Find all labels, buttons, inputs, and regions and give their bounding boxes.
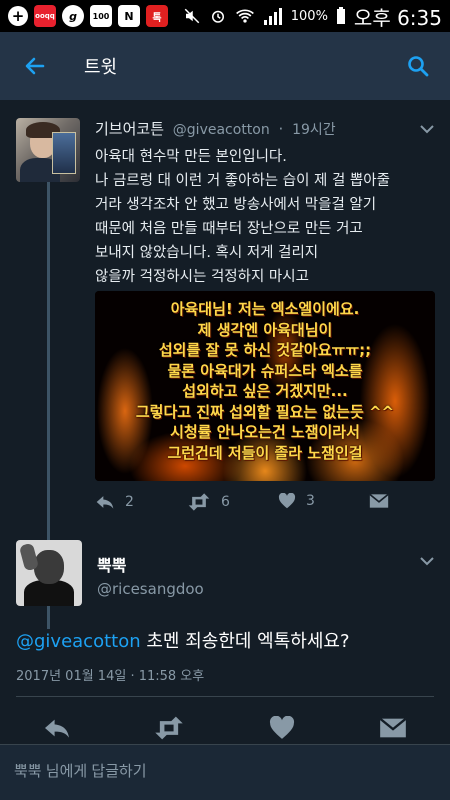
retweet-button[interactable]: 6 — [187, 493, 230, 511]
battery-100-icon: 100 — [90, 5, 112, 27]
page-title: 트윗 — [84, 57, 118, 78]
author-handle[interactable]: @ricesangdoo — [97, 580, 204, 598]
tweet-header: 기브어코튼 @giveacotton · 19시간 — [95, 118, 336, 139]
tweet-text-line: 때문에 처음 만들 때부터 장난으로 만든 거고 — [95, 221, 363, 237]
tweet-text: 아육대 현수막 만든 본인입니다. 나 금르렁 대 이런 거 좋아하는 습이 제… — [95, 145, 440, 289]
image-text-line: 섭외를 잘 못 하신 것같아요ㅠㅠ;; — [158, 341, 372, 359]
add-icon: + — [8, 6, 28, 26]
heart-icon — [269, 716, 295, 739]
n-icon: N — [118, 5, 140, 27]
wifi-icon — [235, 9, 254, 23]
app-bar: 트윗 — [0, 32, 450, 100]
tweet-text-line: 나 금르렁 대 이런 거 좋아하는 습이 제 걸 뽑아줄 — [95, 173, 390, 189]
author-name[interactable]: 기브어코튼 — [95, 120, 164, 138]
mute-icon — [184, 8, 200, 24]
reply-icon — [96, 496, 114, 509]
ooqq-icon: ooqq — [34, 5, 56, 27]
avatar[interactable] — [16, 540, 82, 606]
tweet-text-line: 거라 생각조차 안 했고 방송사에서 막을걸 알기 — [95, 197, 377, 213]
reply-count: 2 — [125, 494, 134, 510]
image-text-line: 그런건데 저들이 졸라 노잼인걸 — [167, 443, 363, 462]
image-text-line: 그렇다고 진짜 섭외할 필요는 없는듯 ^^ — [135, 402, 395, 421]
tweet-text-line: 않을까 걱정하시는 걱정하지 마시고 — [95, 269, 309, 285]
tweet-text-line: 아육대 현수막 만든 본인입니다. — [95, 149, 287, 165]
reply-button[interactable]: 2 — [95, 493, 134, 511]
dm-button[interactable] — [376, 713, 410, 743]
envelope-icon — [369, 493, 389, 508]
avatar[interactable] — [16, 118, 80, 182]
tweet-text: @giveacotton 초멘 죄송한데 엑톡하세요? — [16, 627, 350, 653]
envelope-icon — [379, 717, 407, 738]
status-notification-icons: + ooqq g 100 N 톡 — [8, 5, 168, 27]
alarm-icon — [211, 10, 224, 23]
reply-bar — [0, 744, 450, 800]
tweet-actions — [0, 711, 450, 745]
separator: · — [278, 120, 284, 138]
image-text-line: 아육대님! 저는 엑소엘이에요. — [170, 300, 360, 318]
author-name[interactable]: 뿍뿍 — [97, 552, 126, 576]
reply-input[interactable] — [14, 763, 434, 780]
image-text-line: 시청률 안나오는건 노잼이라서 — [170, 423, 360, 441]
dm-button[interactable] — [369, 493, 389, 509]
reply-icon — [45, 719, 69, 738]
status-bar: + ooqq g 100 N 톡 100% 오후 6:35 — [0, 0, 450, 32]
arrow-left-icon — [25, 57, 45, 75]
like-button[interactable] — [265, 713, 299, 743]
tweet-actions: 2 6 3 — [95, 493, 395, 517]
talk-icon: 톡 — [146, 5, 168, 27]
reply-button[interactable] — [40, 713, 74, 743]
battery-icon — [336, 7, 345, 24]
divider — [16, 696, 434, 697]
tweet-body: 초멘 죄송한데 엑톡하세요? — [140, 631, 350, 652]
parent-tweet[interactable]: 기브어코튼 @giveacotton · 19시간 아육대 현수막 만든 본인입… — [0, 108, 450, 629]
tweet-text-line: 보내지 않았습니다. 혹시 저게 걸리지 — [95, 245, 319, 261]
tweet-image[interactable]: 아육대님! 저는 엑소엘이에요. 제 생각엔 아육대님이 섭외를 잘 못 하신 … — [95, 291, 435, 481]
retweet-icon — [188, 493, 210, 511]
chevron-down-icon[interactable] — [418, 120, 436, 138]
mention-link[interactable]: @giveacotton — [16, 631, 141, 652]
image-text-line: 제 생각엔 아육대님이 — [197, 320, 333, 339]
retweet-icon — [155, 716, 183, 740]
clock: 오후 6:35 — [353, 5, 442, 30]
search-icon — [408, 56, 429, 77]
chevron-down-icon[interactable] — [418, 552, 436, 570]
like-button[interactable]: 3 — [278, 493, 315, 509]
image-text: 아육대님! 저는 엑소엘이에요. 제 생각엔 아육대님이 섭외를 잘 못 하신 … — [95, 299, 435, 463]
author-handle[interactable]: @giveacotton — [173, 122, 270, 138]
image-text-line: 물론 아육대가 슈퍼스타 엑소를 — [167, 361, 363, 380]
search-button[interactable] — [402, 50, 434, 82]
back-button[interactable] — [0, 32, 70, 100]
retweet-button[interactable] — [152, 713, 186, 743]
image-text-line: 섭외하고 싶은 거겠지만... — [182, 382, 348, 400]
like-count: 3 — [306, 493, 315, 509]
tweet-timestamp: 2017년 01월 14일 · 11:58 오후 — [16, 669, 205, 684]
signal-icon — [263, 8, 282, 25]
heart-icon — [278, 493, 296, 509]
battery-percentage: 100% — [290, 8, 328, 24]
tweet-time: 19시간 — [292, 122, 336, 138]
retweet-count: 6 — [221, 494, 230, 510]
g-icon: g — [62, 5, 84, 27]
